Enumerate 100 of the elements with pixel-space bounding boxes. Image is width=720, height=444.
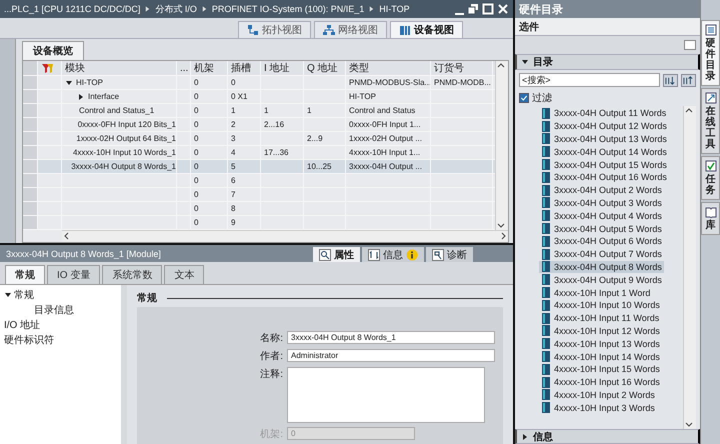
overview-tab[interactable]: 设备概览 — [22, 41, 84, 60]
table-cell: 0 — [194, 134, 198, 143]
view-tab[interactable]: 网络视图 — [314, 21, 387, 38]
catalog-item[interactable]: 3xxxx-04H Output 11 Words — [539, 107, 668, 120]
catalog-item[interactable]: 3xxxx-04H Output 6 Words — [539, 234, 664, 248]
property-tab[interactable]: 文本 — [164, 265, 204, 284]
table-row[interactable]: 0 7 — [23, 188, 495, 202]
breadcrumb-item[interactable]: PROFINET IO-System (100): PN/IE_1 — [212, 4, 364, 14]
column-header[interactable]: 模块 — [65, 61, 85, 75]
catalog-item[interactable]: 4xxxx-10H Input 11 Words — [539, 312, 662, 325]
row-header[interactable] — [23, 160, 38, 173]
table-row[interactable]: 0 6 — [23, 174, 495, 188]
inspector-tab[interactable]: 诊断 — [426, 247, 473, 262]
breadcrumb-item[interactable]: 分布式 I/O — [155, 2, 197, 16]
catalog-item[interactable]: 4xxxx-10H Input 16 Words — [539, 376, 662, 389]
module-icon — [541, 312, 551, 324]
side-panel-strip[interactable] — [0, 39, 16, 243]
breadcrumb-item[interactable]: HI-TOP — [379, 4, 410, 14]
row-header[interactable] — [23, 174, 38, 187]
table-row[interactable]: Control and Status_1 0 1 1 1 Control and Status — [23, 104, 495, 118]
catalog-item[interactable]: 3xxxx-04H Output 4 Words — [539, 209, 664, 222]
table-row[interactable]: 0 8 — [23, 202, 495, 216]
expand-toggle[interactable] — [77, 92, 85, 100]
catalog-item[interactable]: 4xxxx-10H Input 2 Words — [539, 388, 657, 402]
search-up-button[interactable] — [681, 74, 696, 86]
side-tab[interactable]: 任务 — [701, 156, 720, 200]
section-header[interactable]: 目录 — [515, 54, 700, 70]
catalog-item[interactable]: 3xxxx-04H Output 7 Words — [539, 248, 664, 261]
side-tab[interactable]: 库 — [701, 202, 720, 235]
catalog-item[interactable]: 4xxxx-10H Input 12 Words — [539, 324, 662, 338]
column-header[interactable]: Q 地址 — [307, 61, 338, 75]
row-header[interactable] — [23, 118, 38, 131]
catalog-item[interactable]: 4xxxx-10H Input 14 Words — [539, 350, 662, 363]
catalog-item[interactable]: 3xxxx-04H Output 5 Words — [539, 222, 664, 235]
breadcrumb-item[interactable]: ...PLC_1 [CPU 1211C DC/DC/DC] — [4, 4, 140, 14]
catalog-item[interactable]: 3xxxx-04H Output 2 Words — [539, 184, 664, 197]
row-header[interactable] — [23, 76, 38, 89]
vertical-scrollbar[interactable] — [495, 61, 508, 230]
nav-item[interactable]: I/O 地址 — [4, 318, 40, 332]
text-field[interactable]: Administrator — [287, 349, 495, 362]
inspector-tab[interactable]: 属性 — [313, 247, 360, 262]
view-tab[interactable]: 拓扑视图 — [238, 21, 311, 38]
comment-field[interactable] — [287, 367, 485, 423]
nav-item[interactable]: 常规 — [14, 288, 34, 302]
search-down-button[interactable] — [663, 74, 678, 86]
catalog-item[interactable]: 4xxxx-10H Input 1 Word — [539, 286, 652, 299]
module-icon — [541, 223, 551, 234]
section-header[interactable]: 信息 — [515, 429, 700, 444]
side-tab[interactable]: 硬件目录 — [701, 20, 720, 86]
nav-item[interactable]: 目录信息 — [34, 303, 74, 317]
table-row[interactable]: 1xxxx-02H Output 64 Bits_1 0 3 2...9 1xxxx-02H Output ... — [23, 132, 495, 146]
catalog-item[interactable]: 3xxxx-04H Output 12 Words — [539, 120, 669, 133]
column-header[interactable]: 类型 — [349, 61, 369, 75]
table-row[interactable]: Interface 0 0 X1 HI-TOP — [23, 90, 495, 104]
row-header[interactable] — [23, 132, 38, 145]
checkmark-icon — [520, 94, 528, 102]
filter-checkbox[interactable] — [519, 93, 529, 103]
catalog-item[interactable]: 3xxxx-04H Output 9 Words — [539, 273, 664, 286]
catalog-item[interactable]: 3xxxx-04H Output 15 Words — [539, 158, 669, 171]
search-field[interactable]: <搜索> — [519, 73, 660, 87]
catalog-item[interactable]: 3xxxx-04H Output 16 Words — [539, 170, 669, 184]
row-header[interactable] — [23, 202, 38, 215]
catalog-item[interactable]: 3xxxx-04H Output 8 Words — [539, 260, 664, 274]
table-row[interactable]: 0xxxx-0FH Input 120 Bits_1 0 2 2...16 0xxxx-0FH Input 1... — [23, 118, 495, 132]
row-header[interactable] — [23, 146, 38, 159]
row-header[interactable] — [23, 188, 38, 201]
horizontal-scrollbar[interactable] — [62, 230, 508, 242]
module-icon — [541, 146, 551, 158]
catalog-item[interactable]: 3xxxx-04H Output 3 Words — [539, 196, 664, 210]
property-tab[interactable]: IO 变量 — [47, 265, 100, 284]
text-field[interactable]: 3xxxx-04H Output 8 Words_1 — [287, 331, 495, 344]
row-header[interactable] — [23, 216, 38, 229]
catalog-item[interactable]: 4xxxx-10H Input 13 Words — [539, 337, 662, 350]
catalog-item[interactable]: 3xxxx-04H Output 13 Words — [539, 132, 669, 146]
column-header[interactable]: 机架 — [194, 61, 214, 75]
property-tab[interactable]: 常规 — [5, 265, 45, 284]
vertical-scrollbar[interactable] — [683, 106, 696, 429]
column-header[interactable]: I 地址 — [264, 61, 290, 75]
expanded-triangle-icon — [4, 291, 12, 299]
side-tab[interactable]: 在线工具 — [701, 88, 720, 154]
expand-toggle[interactable] — [4, 291, 12, 299]
expand-toggle[interactable] — [65, 78, 73, 86]
table-row[interactable]: 3xxxx-04H Output 8 Words_1 0 5 10...25 3xxxx-04H Output ... — [23, 160, 495, 174]
module-icon — [541, 376, 551, 388]
catalog-item[interactable]: 4xxxx-10H Input 10 Words — [539, 298, 662, 312]
view-tab[interactable]: 设备视图 — [390, 21, 463, 38]
row-header[interactable] — [23, 90, 38, 103]
nav-item[interactable]: 硬件标识符 — [4, 333, 54, 347]
tab-icon — [368, 248, 380, 260]
catalog-item[interactable]: 3xxxx-04H Output 14 Words — [539, 145, 669, 158]
property-tab[interactable]: 系统常数 — [102, 265, 162, 284]
table-cell: 0 X1 — [231, 92, 248, 101]
catalog-item[interactable]: 4xxxx-10H Input 15 Words — [539, 362, 662, 376]
column-header[interactable]: 订货号 — [434, 61, 464, 75]
table-cell: 0xxxx-0FH Input 120 Bits_1 — [78, 120, 176, 129]
inspector-tab[interactable]: 信息 — [362, 247, 424, 262]
column-header[interactable]: ... — [180, 62, 188, 74]
row-header[interactable] — [23, 104, 38, 117]
column-header[interactable]: 插槽 — [231, 61, 251, 75]
catalog-item[interactable]: 4xxxx-10H Input 3 Words — [539, 401, 657, 414]
